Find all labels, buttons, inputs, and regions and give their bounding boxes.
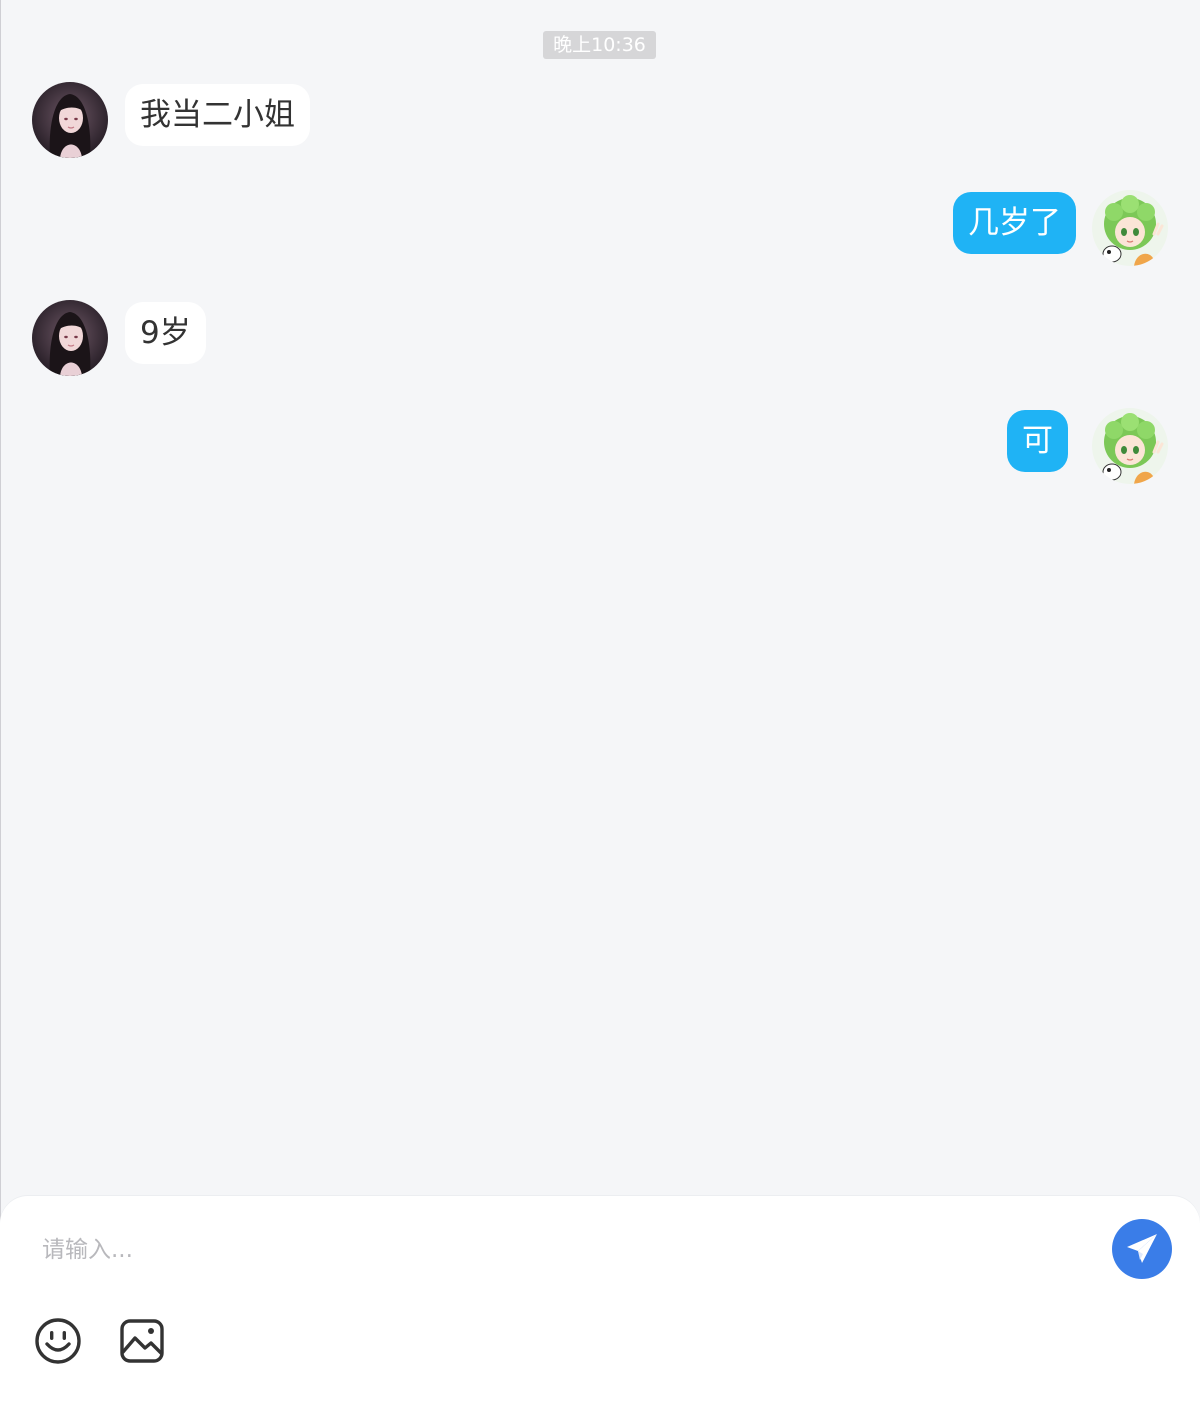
message-list[interactable]: 晚上10:36 我当二小姐 几岁了 9岁 可 (0, 0, 1200, 1196)
send-button[interactable] (1112, 1219, 1172, 1279)
self-avatar[interactable] (1092, 408, 1168, 484)
image-button[interactable] (118, 1317, 166, 1365)
message-row-outgoing: 可 (900, 408, 1168, 486)
message-row-outgoing: 几岁了 (900, 190, 1168, 268)
time-divider: 晚上10:36 (543, 31, 656, 59)
message-input[interactable] (42, 1232, 1082, 1268)
emoji-button[interactable] (34, 1317, 82, 1365)
contact-avatar[interactable] (32, 300, 108, 376)
image-icon (120, 1319, 164, 1363)
message-bubble[interactable]: 9岁 (125, 302, 206, 364)
self-avatar[interactable] (1092, 190, 1168, 266)
message-bubble[interactable]: 几岁了 (953, 192, 1076, 254)
send-paper-plane-icon (1127, 1234, 1157, 1263)
message-bubble[interactable]: 我当二小姐 (125, 84, 310, 146)
contact-avatar[interactable] (32, 82, 108, 158)
message-row-incoming: 9岁 (32, 300, 432, 378)
message-row-incoming: 我当二小姐 (32, 82, 432, 160)
emoji-icon (35, 1318, 81, 1364)
message-bubble[interactable]: 可 (1007, 410, 1068, 472)
message-composer (0, 1196, 1200, 1403)
